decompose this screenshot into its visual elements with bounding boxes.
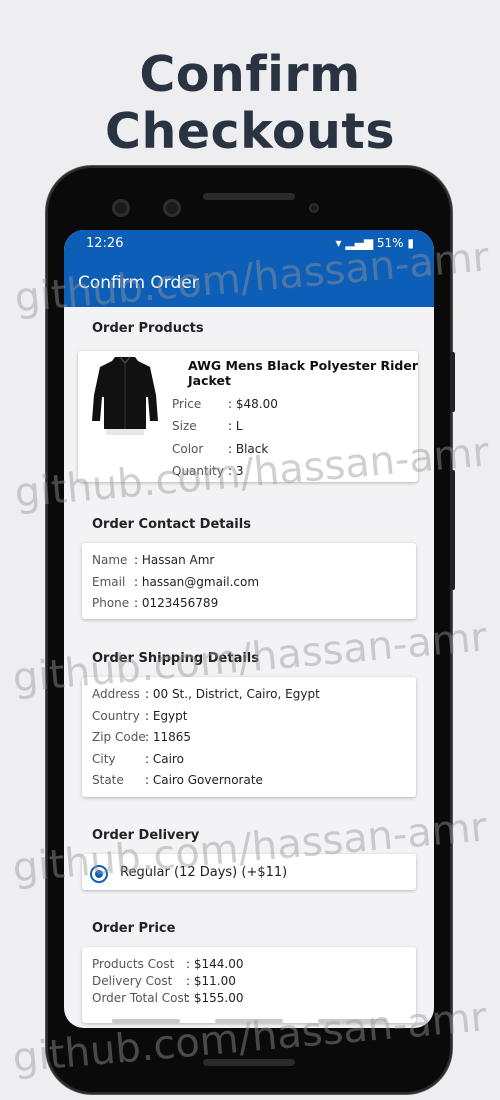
delivery-title: Order Delivery [92, 828, 200, 843]
contact-title: Order Contact Details [92, 517, 251, 532]
delivery-option-label: Regular (12 Days) (+$11) [120, 865, 288, 880]
contact-name-label: Name [92, 553, 128, 567]
price-delivery-row: Delivery Cost : $11.00 [92, 974, 236, 988]
contact-phone-label: Phone [92, 596, 130, 610]
product-color-label: Color [172, 442, 204, 456]
shipping-zip-row: Zip Code: 11865 [92, 730, 191, 744]
shipping-state-label: State [92, 773, 124, 787]
price-total-label: Order Total Cost [92, 991, 189, 1005]
shipping-zip-value: : 11865 [145, 730, 192, 744]
contact-email-row: Email : hassan@gmail.com [92, 575, 259, 589]
delivery-option[interactable]: Regular (12 Days) (+$11) [82, 854, 416, 890]
product-quantity-value: : 3 [228, 464, 244, 478]
earpiece-speaker [203, 193, 295, 200]
price-products-row: Products Cost : $144.00 [92, 957, 243, 971]
product-quantity-row: Quantity : 3 [172, 464, 244, 478]
shipping-zip-label: Zip Code [92, 730, 146, 744]
battery-icon: ▮ [407, 236, 414, 250]
contact-card: Name : Hassan Amr Email : hassan@gmail.com… [82, 543, 416, 619]
shipping-city-label: City [92, 752, 116, 766]
shipping-city-value: : Cairo [145, 752, 184, 766]
shipping-country-row: Country : Egypt [92, 709, 187, 723]
volume-button [450, 470, 455, 590]
shipping-address-label: Address [92, 687, 140, 701]
wifi-icon: ▾ [335, 236, 342, 250]
shipping-city-row: City : Cairo [92, 752, 184, 766]
nav-bar-left[interactable] [112, 1019, 180, 1023]
price-delivery-label: Delivery Cost [92, 974, 173, 988]
order-products-title: Order Products [92, 321, 204, 336]
contact-email-label: Email [92, 575, 126, 589]
nav-bar-right[interactable] [318, 1019, 386, 1023]
product-name: AWG Mens Black Polyester Rider Jacket [188, 358, 419, 388]
bottom-speaker [203, 1059, 295, 1066]
shipping-state-value: : Cairo Governorate [145, 773, 263, 787]
shipping-state-row: State : Cairo Governorate [92, 773, 263, 787]
product-quantity-label: Quantity [172, 464, 224, 478]
shipping-address-row: Address : 00 St., District, Cairo, Egypt [92, 687, 320, 701]
price-products-value: : $144.00 [186, 957, 244, 971]
price-products-label: Products Cost [92, 957, 175, 971]
product-size-label: Size [172, 419, 197, 433]
app-bar-title: Confirm Order [78, 273, 199, 293]
shipping-title: Order Shipping Details [92, 651, 259, 666]
price-title: Order Price [92, 921, 176, 936]
price-delivery-value: : $11.00 [186, 974, 236, 988]
price-total-value: : $155.00 [186, 991, 244, 1005]
product-size-value: : L [228, 419, 243, 433]
price-card: Products Cost : $144.00 Delivery Cost : $1… [82, 947, 416, 1023]
product-size-row: Size : L [172, 419, 243, 433]
page-headline: Confirm Checkouts [104, 46, 396, 160]
power-button [450, 352, 455, 412]
proximity-sensor-icon [309, 203, 319, 213]
product-color-row: Color : Black [172, 442, 268, 456]
nav-bar-center[interactable] [215, 1019, 283, 1023]
product-price-row: Price : $48.00 [172, 397, 278, 411]
app-bar: Confirm Order [64, 257, 434, 307]
contact-phone-row: Phone : 0123456789 [92, 596, 218, 610]
status-bar: 12:26 ▾ ▂▄▆ 51% ▮ [64, 230, 434, 257]
battery-level: 51% [376, 236, 404, 250]
contact-name-row: Name : Hassan Amr [92, 553, 214, 567]
front-sensor-icon [163, 199, 181, 217]
front-camera-icon [112, 199, 130, 217]
shipping-country-label: Country [92, 709, 140, 723]
shipping-card: Address: 00 St., District, Cairo, Egypt … [82, 677, 416, 797]
shipping-address-value: : 00 St., District, Cairo, Egypt [145, 687, 320, 701]
product-price-value: : $48.00 [228, 397, 278, 411]
product-color-value: : Black [228, 442, 269, 456]
contact-phone-value: : 0123456789 [134, 596, 219, 610]
price-total-row: Order Total Cost: $155.00 [92, 991, 243, 1005]
delivery-radio[interactable] [90, 865, 108, 883]
product-image [88, 351, 162, 443]
contact-email-value: : hassan@gmail.com [134, 575, 260, 589]
phone-screen: 12:26 ▾ ▂▄▆ 51% ▮ Confirm Order Order Pr… [64, 230, 434, 1028]
signal-icon: ▂▄▆ [345, 236, 374, 250]
shipping-country-value: : Egypt [145, 709, 188, 723]
product-price-label: Price [172, 397, 202, 411]
status-time: 12:26 [86, 236, 124, 251]
product-card[interactable]: AWG Mens Black Polyester Rider Jacket Pr… [78, 351, 418, 482]
status-right: ▾ ▂▄▆ 51% ▮ [336, 236, 414, 250]
contact-name-value: : Hassan Amr [134, 553, 215, 567]
